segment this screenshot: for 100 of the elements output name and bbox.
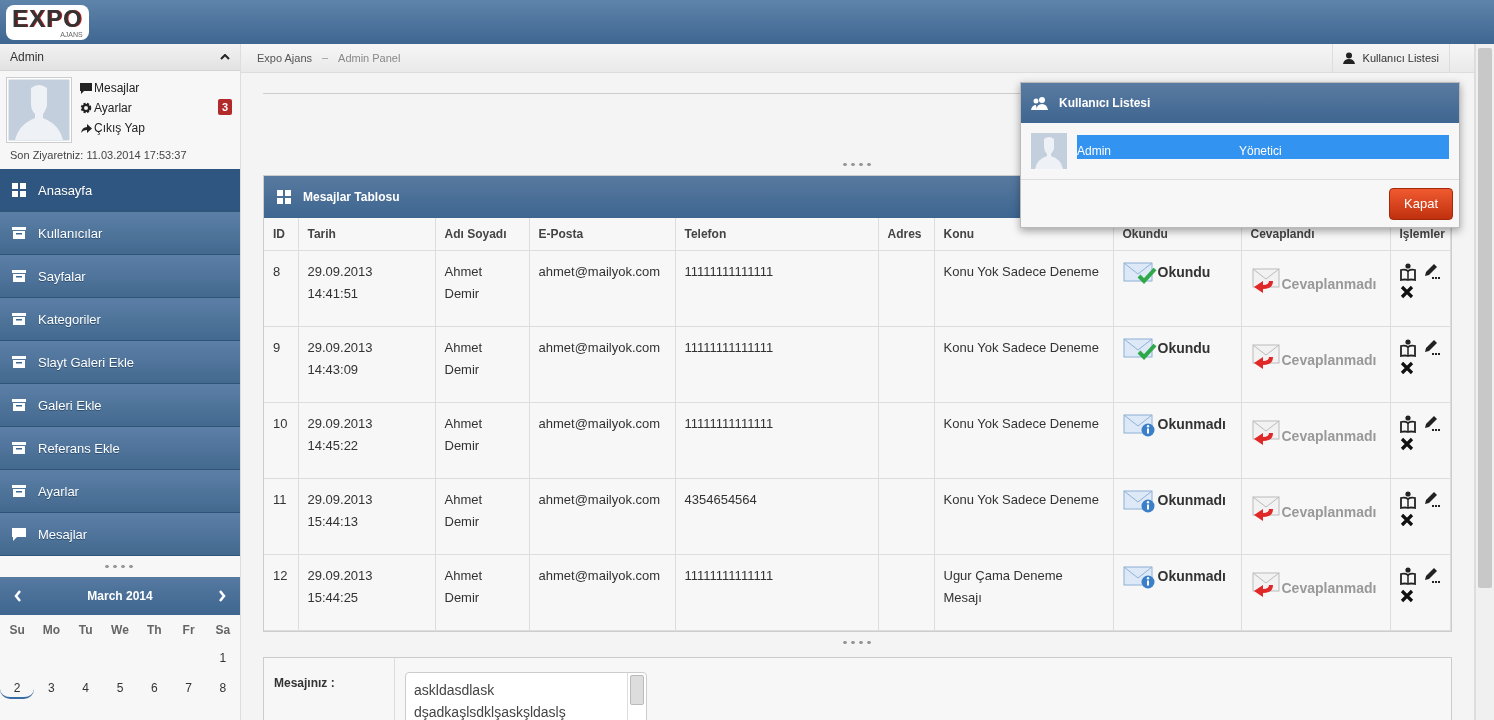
popup-title: Kullanıcı Listesi xyxy=(1059,96,1151,110)
delete-icon[interactable] xyxy=(1399,513,1414,527)
calendar-day[interactable]: 8 xyxy=(205,681,240,697)
profile-link[interactable]: Çıkış Yap xyxy=(80,121,210,135)
tray-icon xyxy=(12,441,26,455)
sidebar-item[interactable]: Referans Ekle xyxy=(0,427,240,470)
calendar-day[interactable]: 7 xyxy=(171,681,206,697)
user-list-button[interactable]: Kullanıcı Listesi xyxy=(1331,44,1450,72)
tray-icon xyxy=(12,484,26,498)
sidebar-item[interactable]: Slayt Galeri Ekle xyxy=(0,341,240,384)
table-cell: Ahmet Demir xyxy=(435,250,529,327)
calendar-day[interactable]: 2 xyxy=(0,681,35,699)
table-cell: ahmet@mailyok.com xyxy=(529,250,675,327)
profile-link[interactable]: Ayarlar xyxy=(80,101,210,115)
table-cell: 4354654564 xyxy=(675,478,878,555)
table-cell: Konu Yok Sadece Deneme xyxy=(934,402,1113,479)
calendar-day[interactable]: 4 xyxy=(68,681,103,697)
table-cell: 11111111111111 xyxy=(675,554,878,631)
close-button[interactable]: Kapat xyxy=(1389,187,1453,220)
breadcrumb-link[interactable]: Expo Ajans xyxy=(257,52,313,64)
read-status-text: Okundu xyxy=(1157,263,1211,281)
scrollbar[interactable] xyxy=(1475,44,1494,720)
table-cell: 11 xyxy=(264,478,298,555)
table-cell: 9 xyxy=(264,326,298,403)
table-cell: 29.09.2013 15:44:25 xyxy=(298,554,435,631)
breadcrumb-separator-icon xyxy=(322,57,329,59)
read-status-text: Okundu xyxy=(1157,339,1211,357)
table-cell: 11111111111111 xyxy=(675,402,878,479)
reader-icon[interactable] xyxy=(1399,567,1416,585)
tray-icon xyxy=(12,312,26,326)
tray-icon xyxy=(12,226,26,240)
sidebar-item[interactable]: Kategoriler xyxy=(0,298,240,341)
table-cell: 8 xyxy=(264,250,298,327)
tray-icon xyxy=(12,398,26,412)
sidebar-item[interactable]: Ayarlar xyxy=(0,470,240,513)
sidebar-item[interactable]: Galeri Ekle xyxy=(0,384,240,427)
speech-bubble-icon xyxy=(12,527,26,541)
sidebar-item[interactable]: Sayfalar xyxy=(0,255,240,298)
reader-icon[interactable] xyxy=(1399,491,1416,509)
calendar-day[interactable]: 6 xyxy=(137,681,172,697)
reader-icon[interactable] xyxy=(1399,415,1416,433)
calendar-day[interactable]: 3 xyxy=(34,681,69,697)
sidebar-item[interactable]: Kullanıcılar xyxy=(0,212,240,255)
users-icon xyxy=(1031,96,1049,110)
table-cell: 12 xyxy=(264,554,298,631)
weekday-label: Th xyxy=(145,623,163,637)
delete-icon[interactable] xyxy=(1399,437,1414,451)
column-header: Telefon xyxy=(675,218,878,251)
avatar-placeholder xyxy=(6,77,72,143)
sidebar-item[interactable]: Anasayfa xyxy=(0,169,240,212)
table-cell: 29.09.2013 14:43:09 xyxy=(298,326,435,403)
table-cell: Ugur Çama Deneme Mesajı xyxy=(934,554,1113,631)
column-header: Adı Soyadı xyxy=(435,218,529,251)
table-cell: Ahmet Demir xyxy=(435,478,529,555)
table-cell: 10 xyxy=(264,402,298,479)
read-status-text: Okunmadı xyxy=(1157,567,1226,585)
grid-icon xyxy=(277,190,291,204)
message-label: Mesajınız : xyxy=(264,658,395,720)
weekday-label: Fr xyxy=(181,623,196,637)
delete-icon[interactable] xyxy=(1399,589,1414,603)
user-icon xyxy=(1342,52,1355,64)
calendar-day[interactable]: 1 xyxy=(205,651,240,667)
sidebar-item[interactable]: Mesajlar xyxy=(0,513,240,556)
table-cell: Ahmet Demir xyxy=(435,402,529,479)
column-header: Adres xyxy=(878,218,934,251)
profile-title: Admin xyxy=(10,50,44,64)
last-visit-text: Son Ziyaretniz: 11.03.2014 17:53:37 xyxy=(9,149,188,161)
table-cell: Ahmet Demir xyxy=(435,326,529,403)
delete-icon[interactable] xyxy=(1399,285,1414,299)
table-cell: Konu Yok Sadece Deneme xyxy=(934,478,1113,555)
weekday-label: Tu xyxy=(77,623,94,637)
table-title: Mesajlar Tablosu xyxy=(303,190,400,204)
reply-status-text: Cevaplanmadı xyxy=(1281,427,1377,445)
table-cell: 29.09.2013 15:44:13 xyxy=(298,478,435,555)
settings-icon xyxy=(80,102,92,114)
read-status-text: Okunmadı xyxy=(1157,415,1226,433)
table-cell: ahmet@mailyok.com xyxy=(529,478,675,555)
profile-link[interactable]: Mesajlar xyxy=(80,81,210,95)
delete-icon[interactable] xyxy=(1399,361,1414,375)
table-cell: ahmet@mailyok.com xyxy=(529,554,675,631)
message-textarea[interactable]: askldasdlask dşadkaşlsdklşaskşldaslş xyxy=(405,672,647,720)
table-cell: ahmet@mailyok.com xyxy=(529,402,675,479)
next-month-icon[interactable] xyxy=(218,590,226,602)
reader-icon[interactable] xyxy=(1399,263,1416,281)
reply-status-text: Cevaplanmadı xyxy=(1281,503,1377,521)
table-cell: 29.09.2013 14:45:22 xyxy=(298,402,435,479)
forward-arrow-icon xyxy=(80,122,92,134)
reply-status-text: Cevaplanmadı xyxy=(1281,275,1377,293)
collapse-icon[interactable] xyxy=(220,54,230,60)
read-status-text: Okunmadı xyxy=(1157,491,1226,509)
weekday-label: Mo xyxy=(41,623,62,637)
tray-icon xyxy=(12,269,26,283)
calendar-title: March 2014 xyxy=(87,589,153,603)
reader-icon[interactable] xyxy=(1399,339,1416,357)
table-cell: 11111111111111 xyxy=(675,326,878,403)
speech-bubble-icon xyxy=(80,82,92,94)
notification-badge: 3 xyxy=(217,99,232,115)
weekday-label: Sa xyxy=(214,623,232,637)
calendar-day[interactable]: 5 xyxy=(102,681,138,697)
previous-month-icon[interactable] xyxy=(14,590,22,602)
